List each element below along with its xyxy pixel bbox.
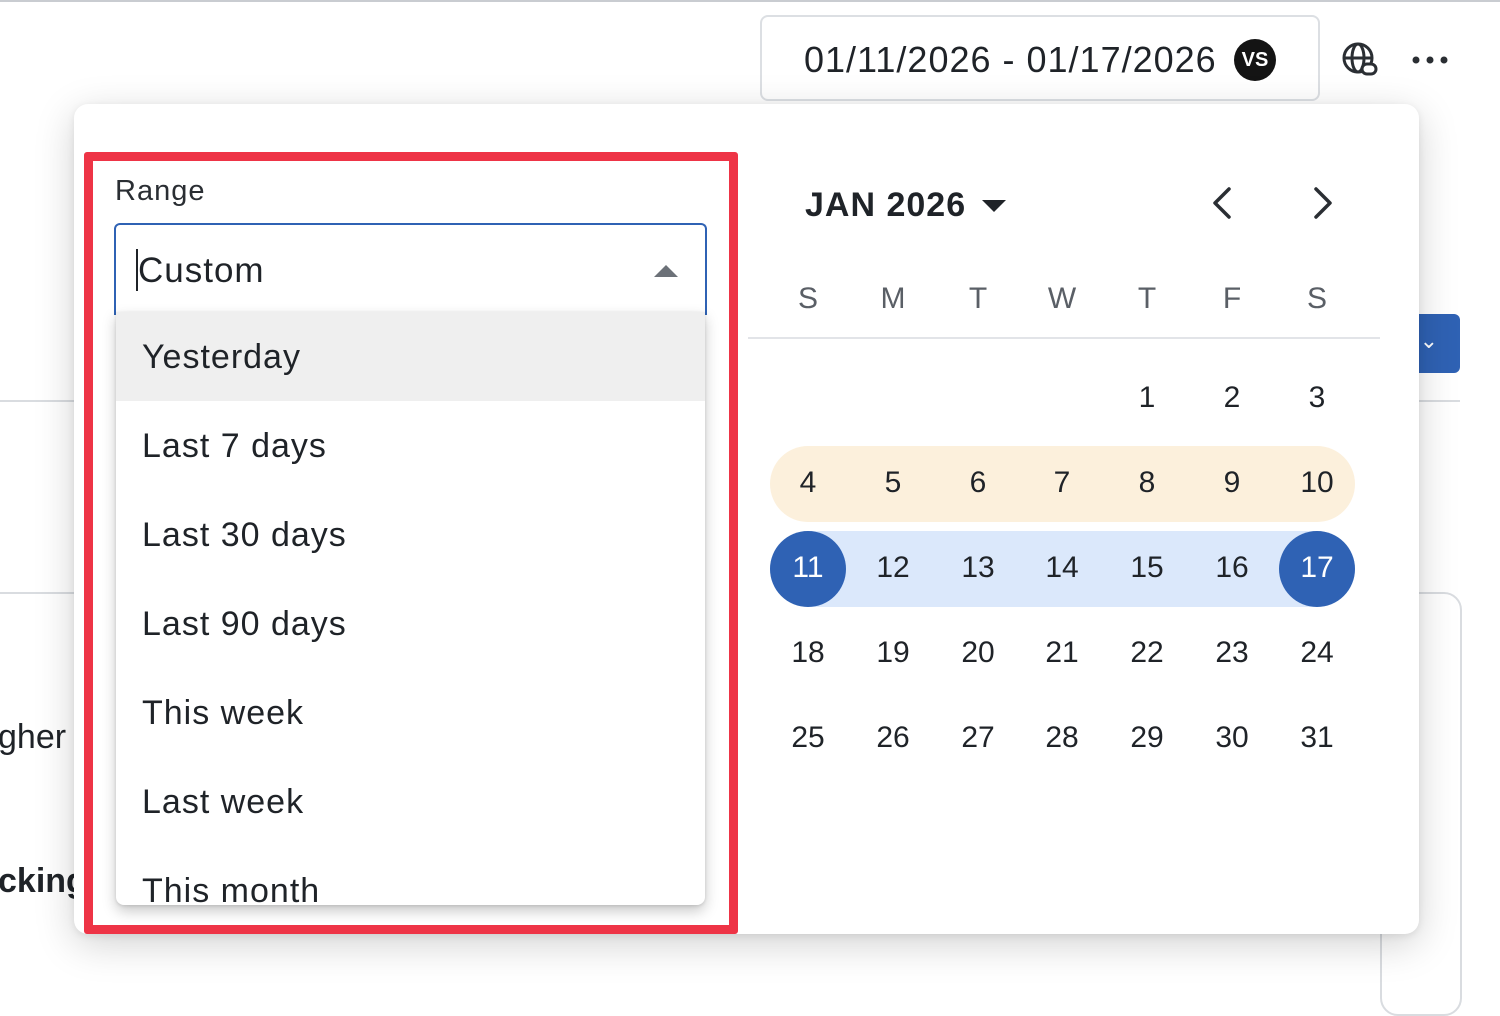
calendar-day[interactable]: 30 <box>1197 721 1267 755</box>
calendar-day[interactable]: 11 <box>773 551 843 585</box>
weekday-sunday: S <box>797 282 818 315</box>
calendar-day[interactable]: 1 <box>1112 381 1182 415</box>
calendar-day[interactable]: 5 <box>858 466 928 500</box>
calendar-day[interactable]: 3 <box>1282 381 1352 415</box>
weekday-saturday: S <box>1306 282 1327 315</box>
calendar-day[interactable]: 24 <box>1282 636 1352 670</box>
calendar-day[interactable]: 20 <box>943 636 1013 670</box>
calendar-day[interactable]: 14 <box>1027 551 1097 585</box>
weekday-wednesday: W <box>1047 282 1077 315</box>
calendar-divider <box>748 337 1380 339</box>
calendar-day[interactable]: 16 <box>1197 551 1267 585</box>
vs-badge-icon[interactable]: VS <box>1234 39 1276 81</box>
calendar-day[interactable]: 13 <box>943 551 1013 585</box>
range-option-yesterday[interactable]: Yesterday <box>116 312 705 401</box>
more-horizontal-icon[interactable] <box>1410 40 1450 80</box>
calendar-day[interactable]: 6 <box>943 466 1013 500</box>
range-select[interactable]: Custom <box>114 223 707 315</box>
calendar-day[interactable]: 12 <box>858 551 928 585</box>
weekday-monday: M <box>880 282 906 315</box>
range-option-this-week[interactable]: This week <box>116 668 705 757</box>
weekday-thursday: T <box>1137 282 1157 315</box>
background-text: gher <box>0 718 67 756</box>
calendar-day[interactable]: 25 <box>773 721 843 755</box>
range-option-last-90-days[interactable]: Last 90 days <box>116 579 705 668</box>
calendar-day[interactable]: 31 <box>1282 721 1352 755</box>
calendar-day[interactable]: 15 <box>1112 551 1182 585</box>
range-option-this-month[interactable]: This month <box>116 846 705 905</box>
calendar-day[interactable]: 7 <box>1027 466 1097 500</box>
weekday-friday: F <box>1222 282 1242 315</box>
calendar-day[interactable]: 10 <box>1282 466 1352 500</box>
range-option-last-30-days[interactable]: Last 30 days <box>116 490 705 579</box>
calendar-day[interactable]: 23 <box>1197 636 1267 670</box>
chevron-left-icon[interactable] <box>1203 183 1243 223</box>
range-label: Range <box>115 175 206 207</box>
calendar-day[interactable]: 9 <box>1197 466 1267 500</box>
calendar-day[interactable]: 19 <box>858 636 928 670</box>
chevron-down-icon: ⌄ <box>1419 328 1438 353</box>
globe-link-icon[interactable] <box>1340 40 1380 80</box>
calendar-day[interactable]: 29 <box>1112 721 1182 755</box>
background-divider <box>0 592 76 594</box>
range-option-last-7-days[interactable]: Last 7 days <box>116 401 705 490</box>
triangle-up-icon[interactable] <box>654 265 678 277</box>
background-divider <box>1418 400 1460 402</box>
date-range-text: 01/11/2026 - 01/17/2026 <box>804 39 1217 80</box>
range-options-menu: Yesterday Last 7 days Last 30 days Last … <box>116 312 705 905</box>
calendar-day[interactable]: 21 <box>1027 636 1097 670</box>
window-top-border <box>0 0 1500 2</box>
calendar-day[interactable]: 27 <box>943 721 1013 755</box>
calendar-day[interactable]: 22 <box>1112 636 1182 670</box>
calendar-day[interactable]: 2 <box>1197 381 1267 415</box>
date-range-field[interactable]: 01/11/2026 - 01/17/2026 VS <box>760 15 1320 101</box>
calendar-day[interactable]: 18 <box>773 636 843 670</box>
background-divider <box>0 400 76 402</box>
calendar-day[interactable]: 4 <box>773 466 843 500</box>
calendar-day[interactable]: 28 <box>1027 721 1097 755</box>
triangle-down-icon[interactable] <box>982 200 1006 212</box>
range-option-last-week[interactable]: Last week <box>116 757 705 846</box>
calendar-day[interactable]: 8 <box>1112 466 1182 500</box>
calendar-month-label[interactable]: JAN 2026 <box>805 186 966 225</box>
weekday-tuesday: T <box>968 282 988 315</box>
calendar-day[interactable]: 17 <box>1282 551 1352 585</box>
range-select-value: Custom <box>138 251 265 290</box>
chevron-right-icon[interactable] <box>1302 183 1342 223</box>
calendar-day[interactable]: 26 <box>858 721 928 755</box>
